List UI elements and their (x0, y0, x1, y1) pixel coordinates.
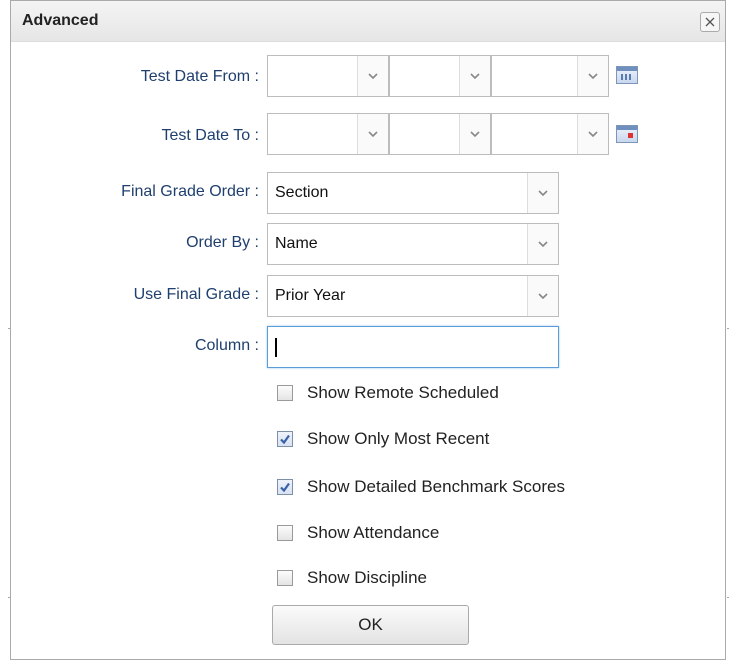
show-only-most-recent-label: Show Only Most Recent (307, 429, 490, 448)
show-discipline-checkbox[interactable] (277, 570, 293, 586)
test-date-from-year-select[interactable] (491, 55, 609, 97)
chevron-down-icon[interactable] (527, 173, 558, 213)
calendar-icon[interactable] (616, 66, 638, 84)
use-final-grade-select[interactable]: Prior Year (267, 275, 559, 317)
test-date-to-year-select[interactable] (491, 113, 609, 155)
show-attendance-checkbox[interactable] (277, 525, 293, 541)
close-icon (705, 17, 715, 27)
show-detailed-benchmark-scores-checkbox[interactable] (277, 479, 293, 495)
show-detailed-benchmark-scores-label: Show Detailed Benchmark Scores (307, 477, 565, 496)
show-remote-scheduled-label: Show Remote Scheduled (307, 383, 499, 402)
test-date-to-month-select[interactable] (267, 113, 389, 155)
show-remote-scheduled-checkbox[interactable] (277, 385, 293, 401)
page-edge-marker-right-upper (727, 328, 729, 329)
text-caret (275, 338, 277, 357)
chevron-down-icon[interactable] (459, 56, 490, 96)
dialog-title: Advanced (22, 12, 99, 29)
advanced-dialog: Advanced Test Date From : Test Date To : (10, 0, 726, 660)
order-by-select[interactable]: Name (267, 223, 559, 265)
show-discipline-label: Show Discipline (307, 568, 427, 587)
show-only-most-recent-checkbox[interactable] (277, 431, 293, 447)
test-date-to-day-select[interactable] (389, 113, 491, 155)
calendar-icon[interactable] (616, 125, 638, 143)
chevron-down-icon[interactable] (527, 276, 558, 316)
dialog-titlebar: Advanced (11, 1, 725, 42)
test-date-from-label: Test Date From : (140, 68, 259, 85)
page-edge-marker-right-lower (727, 597, 729, 598)
close-button[interactable] (700, 12, 720, 32)
chevron-down-icon[interactable] (459, 114, 490, 154)
use-final-grade-label: Use Final Grade : (133, 286, 259, 303)
final-grade-order-label: Final Grade Order : (121, 183, 259, 200)
chevron-down-icon[interactable] (357, 114, 388, 154)
use-final-grade-value: Prior Year (275, 287, 346, 304)
chevron-down-icon[interactable] (577, 114, 608, 154)
test-date-from-day-select[interactable] (389, 55, 491, 97)
checkmark-icon (280, 434, 290, 445)
chevron-down-icon[interactable] (357, 56, 388, 96)
final-grade-order-select[interactable]: Section (267, 172, 559, 214)
order-by-label: Order By : (186, 234, 259, 251)
column-input[interactable] (267, 326, 559, 368)
chevron-down-icon[interactable] (527, 224, 558, 264)
order-by-value: Name (275, 235, 318, 252)
ok-button[interactable]: OK (272, 605, 469, 645)
column-label: Column : (194, 337, 259, 354)
show-attendance-label: Show Attendance (307, 523, 440, 542)
checkmark-icon (280, 482, 290, 493)
final-grade-order-value: Section (275, 184, 329, 201)
test-date-to-label: Test Date To : (161, 127, 259, 144)
chevron-down-icon[interactable] (577, 56, 608, 96)
test-date-from-month-select[interactable] (267, 55, 389, 97)
